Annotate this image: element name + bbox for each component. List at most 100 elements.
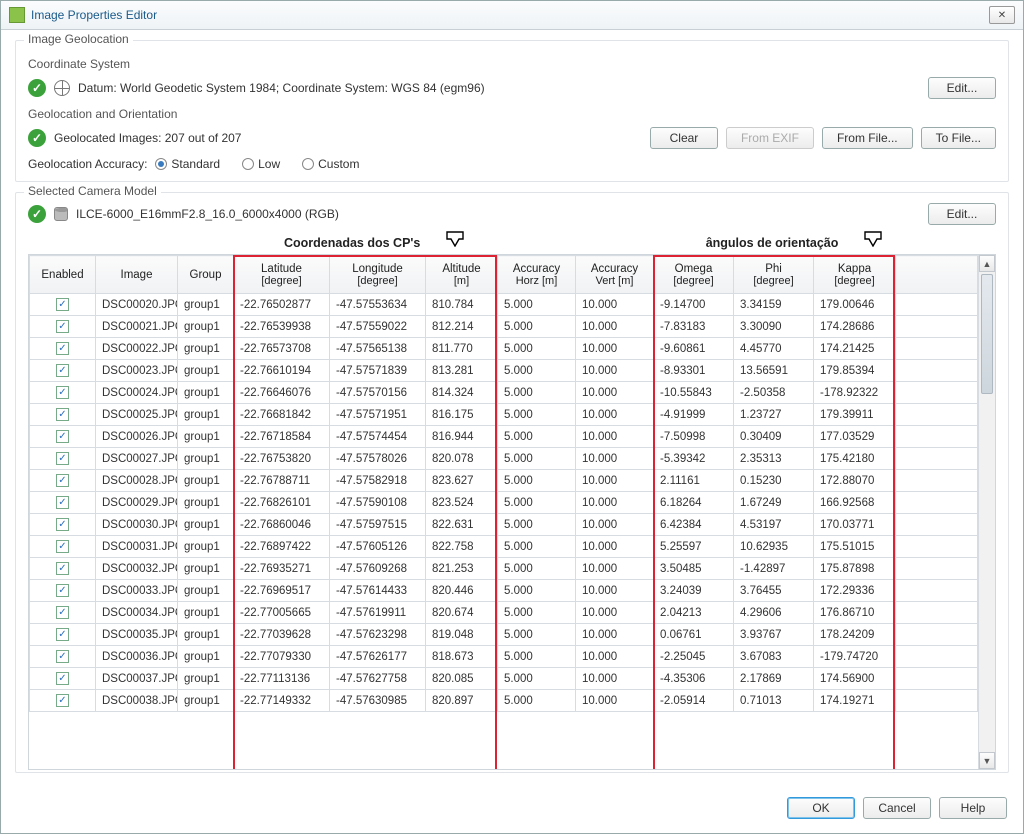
cell-avt[interactable]: 10.000 xyxy=(576,602,654,624)
cell-omega[interactable]: -5.39342 xyxy=(654,448,734,470)
cell-enabled[interactable]: ✓ xyxy=(30,624,96,646)
table-row[interactable]: ✓DSC00031.JPGgroup1-22.76897422-47.57605… xyxy=(30,536,978,558)
table-row[interactable]: ✓DSC00024.JPGgroup1-22.76646076-47.57570… xyxy=(30,382,978,404)
cell-avt[interactable]: 10.000 xyxy=(576,624,654,646)
cell-kappa[interactable]: 179.85394 xyxy=(814,360,896,382)
cell-image[interactable]: DSC00029.JPG xyxy=(96,492,178,514)
cell-image[interactable]: DSC00034.JPG xyxy=(96,602,178,624)
cell-phi[interactable]: -2.50358 xyxy=(734,382,814,404)
cell-phi[interactable]: 4.29606 xyxy=(734,602,814,624)
cell-omega[interactable]: 3.50485 xyxy=(654,558,734,580)
cell-phi[interactable]: 0.30409 xyxy=(734,426,814,448)
cell-kappa[interactable]: 175.87898 xyxy=(814,558,896,580)
checkbox-icon[interactable]: ✓ xyxy=(56,298,69,311)
cell-lon[interactable]: -47.57605126 xyxy=(330,536,426,558)
cell-group[interactable]: group1 xyxy=(178,492,234,514)
cell-image[interactable]: DSC00026.JPG xyxy=(96,426,178,448)
cell-lat[interactable]: -22.76788711 xyxy=(234,470,330,492)
cell-avt[interactable]: 10.000 xyxy=(576,646,654,668)
cell-enabled[interactable]: ✓ xyxy=(30,668,96,690)
table-row[interactable]: ✓DSC00022.JPGgroup1-22.76573708-47.57565… xyxy=(30,338,978,360)
cell-omega[interactable]: -7.50998 xyxy=(654,426,734,448)
table-scroll[interactable]: Enabled Image Group Latitude[degree] Lon… xyxy=(29,255,978,769)
table-row[interactable]: ✓DSC00036.JPGgroup1-22.77079330-47.57626… xyxy=(30,646,978,668)
cell-alt[interactable]: 822.631 xyxy=(426,514,498,536)
cell-lat[interactable]: -22.76897422 xyxy=(234,536,330,558)
cell-avt[interactable]: 10.000 xyxy=(576,580,654,602)
cell-alt[interactable]: 820.446 xyxy=(426,580,498,602)
cell-alt[interactable]: 821.253 xyxy=(426,558,498,580)
cell-ahz[interactable]: 5.000 xyxy=(498,360,576,382)
cell-alt[interactable]: 822.758 xyxy=(426,536,498,558)
cell-omega[interactable]: -8.93301 xyxy=(654,360,734,382)
cell-lon[interactable]: -47.57578026 xyxy=(330,448,426,470)
checkbox-icon[interactable]: ✓ xyxy=(56,562,69,575)
cell-avt[interactable]: 10.000 xyxy=(576,448,654,470)
cell-avt[interactable]: 10.000 xyxy=(576,536,654,558)
cell-image[interactable]: DSC00020.JPG xyxy=(96,294,178,316)
cell-omega[interactable]: -4.35306 xyxy=(654,668,734,690)
cell-ahz[interactable]: 5.000 xyxy=(498,426,576,448)
table-row[interactable]: ✓DSC00033.JPGgroup1-22.76969517-47.57614… xyxy=(30,580,978,602)
checkbox-icon[interactable]: ✓ xyxy=(56,386,69,399)
col-kappa[interactable]: Kappa[degree] xyxy=(814,256,896,294)
cell-group[interactable]: group1 xyxy=(178,382,234,404)
cell-ahz[interactable]: 5.000 xyxy=(498,294,576,316)
col-omega[interactable]: Omega[degree] xyxy=(654,256,734,294)
table-row[interactable]: ✓DSC00038.JPGgroup1-22.77149332-47.57630… xyxy=(30,690,978,712)
checkbox-icon[interactable]: ✓ xyxy=(56,320,69,333)
checkbox-icon[interactable]: ✓ xyxy=(56,672,69,685)
cell-lat[interactable]: -22.76826101 xyxy=(234,492,330,514)
cell-group[interactable]: group1 xyxy=(178,514,234,536)
cell-enabled[interactable]: ✓ xyxy=(30,646,96,668)
cell-alt[interactable]: 812.214 xyxy=(426,316,498,338)
cell-omega[interactable]: -2.05914 xyxy=(654,690,734,712)
cell-group[interactable]: group1 xyxy=(178,558,234,580)
cell-lon[interactable]: -47.57559022 xyxy=(330,316,426,338)
cell-kappa[interactable]: 176.86710 xyxy=(814,602,896,624)
checkbox-icon[interactable]: ✓ xyxy=(56,606,69,619)
cell-lat[interactable]: -22.76753820 xyxy=(234,448,330,470)
cell-lon[interactable]: -47.57574454 xyxy=(330,426,426,448)
cell-lat[interactable]: -22.77113136 xyxy=(234,668,330,690)
cell-image[interactable]: DSC00035.JPG xyxy=(96,624,178,646)
col-phi[interactable]: Phi[degree] xyxy=(734,256,814,294)
cell-image[interactable]: DSC00028.JPG xyxy=(96,470,178,492)
col-group[interactable]: Group xyxy=(178,256,234,294)
cell-phi[interactable]: 3.93767 xyxy=(734,624,814,646)
cell-lon[interactable]: -47.57553634 xyxy=(330,294,426,316)
cell-ahz[interactable]: 5.000 xyxy=(498,558,576,580)
cell-group[interactable]: group1 xyxy=(178,294,234,316)
cell-kappa[interactable]: 174.56900 xyxy=(814,668,896,690)
cell-alt[interactable]: 823.627 xyxy=(426,470,498,492)
cell-group[interactable]: group1 xyxy=(178,536,234,558)
cell-omega[interactable]: 6.42384 xyxy=(654,514,734,536)
cell-kappa[interactable]: 172.29336 xyxy=(814,580,896,602)
cell-enabled[interactable]: ✓ xyxy=(30,690,96,712)
cell-avt[interactable]: 10.000 xyxy=(576,316,654,338)
cell-ahz[interactable]: 5.000 xyxy=(498,514,576,536)
cell-alt[interactable]: 820.897 xyxy=(426,690,498,712)
cell-ahz[interactable]: 5.000 xyxy=(498,470,576,492)
cell-ahz[interactable]: 5.000 xyxy=(498,580,576,602)
cell-alt[interactable]: 816.175 xyxy=(426,404,498,426)
cell-lon[interactable]: -47.57590108 xyxy=(330,492,426,514)
cell-omega[interactable]: 5.25597 xyxy=(654,536,734,558)
cell-alt[interactable]: 820.674 xyxy=(426,602,498,624)
cell-phi[interactable]: 4.45770 xyxy=(734,338,814,360)
checkbox-icon[interactable]: ✓ xyxy=(56,364,69,377)
cell-phi[interactable]: 10.62935 xyxy=(734,536,814,558)
cell-group[interactable]: group1 xyxy=(178,690,234,712)
cell-phi[interactable]: 2.17869 xyxy=(734,668,814,690)
checkbox-icon[interactable]: ✓ xyxy=(56,650,69,663)
cell-kappa[interactable]: 174.19271 xyxy=(814,690,896,712)
cell-enabled[interactable]: ✓ xyxy=(30,294,96,316)
cell-image[interactable]: DSC00022.JPG xyxy=(96,338,178,360)
cell-group[interactable]: group1 xyxy=(178,624,234,646)
cell-lon[interactable]: -47.57570156 xyxy=(330,382,426,404)
cell-ahz[interactable]: 5.000 xyxy=(498,492,576,514)
cell-omega[interactable]: -10.55843 xyxy=(654,382,734,404)
cell-kappa[interactable]: 179.39911 xyxy=(814,404,896,426)
cell-alt[interactable]: 823.524 xyxy=(426,492,498,514)
close-icon[interactable]: ✕ xyxy=(989,6,1015,24)
